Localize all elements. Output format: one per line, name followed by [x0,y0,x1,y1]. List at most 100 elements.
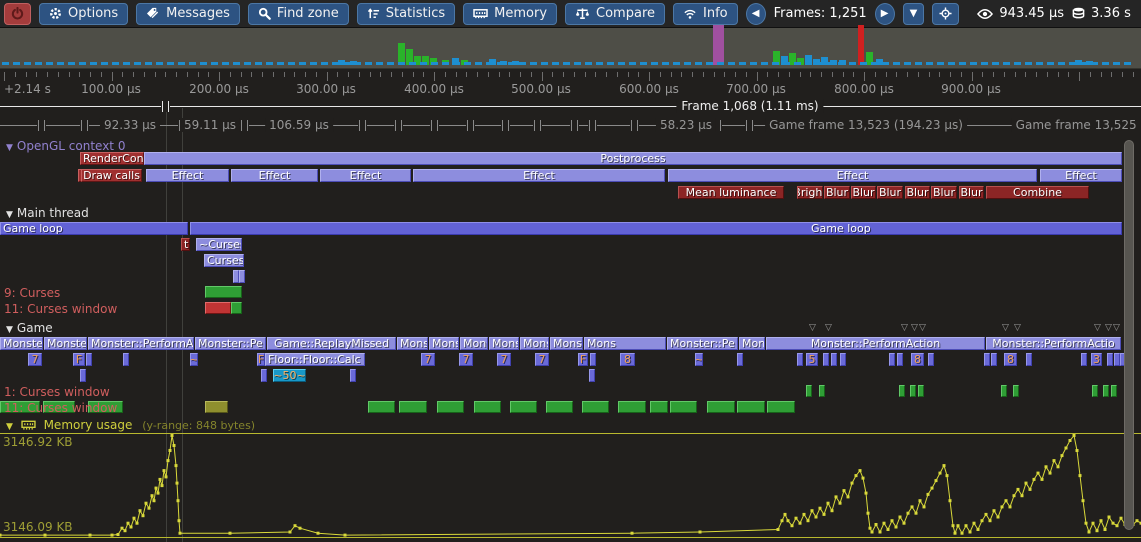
cpu-zone[interactable]: Monster::Pe [195,337,266,350]
histogram-frame-dash[interactable] [618,62,625,65]
histogram-frame-dash[interactable] [1113,62,1120,65]
histogram-frame-dash[interactable] [310,62,317,65]
cpu-zone[interactable]: F [578,353,588,366]
cpu-zone[interactable] [840,353,846,366]
message-marker-icon[interactable]: ▽ [901,324,908,333]
histogram-frame-dash[interactable] [596,62,603,65]
histogram-frame-dash[interactable] [497,62,504,65]
histogram-frame-dash[interactable] [79,62,86,65]
time-axis[interactable]: +2.14 s100.00 µs200.00 µs300.00 µs400.00… [0,70,1141,98]
histogram-frame-dash[interactable] [651,62,658,65]
gpu-zone[interactable]: Blur [905,186,930,199]
histogram-frame-dash[interactable] [981,62,988,65]
histogram-frame-dash[interactable] [695,62,702,65]
cpu-zone[interactable] [1026,353,1032,366]
histogram-frame-dash[interactable] [13,62,20,65]
message-marker-icon[interactable]: ▽ [1094,324,1101,333]
cpu-zone[interactable]: 3 [1091,353,1102,366]
histogram-frame-dash[interactable] [937,62,944,65]
cpu-zone[interactable] [590,353,596,366]
lock-bar[interactable] [546,401,573,413]
gpu-zone[interactable]: Postprocess [144,152,1122,165]
histogram-bar[interactable] [858,25,864,65]
histogram-frame-dash[interactable] [849,62,856,65]
histogram-frame-dash[interactable] [486,62,493,65]
histogram-frame-dash[interactable] [871,62,878,65]
crosshair-button[interactable] [932,3,959,25]
lock-bar[interactable] [368,401,395,413]
histogram-frame-dash[interactable] [783,62,790,65]
cpu-zone[interactable]: Mons [584,337,666,350]
histogram-frame-dash[interactable] [640,62,647,65]
lock-bar[interactable] [767,401,795,413]
cpu-zone[interactable] [984,353,990,366]
game-frame-ruler[interactable]: 92.33 µs59.11 µs106.59 µs58.23 µsGame fr… [0,117,1141,134]
histogram-frame-dash[interactable] [365,62,372,65]
cpu-zone[interactable] [1107,353,1113,366]
histogram-frame-dash[interactable] [629,62,636,65]
cpu-zone[interactable]: Game::ReplayMissed [267,337,396,350]
cpu-zone[interactable]: 8 [620,353,635,366]
histogram-frame-dash[interactable] [1069,62,1076,65]
histogram-frame-dash[interactable] [706,62,713,65]
histogram-frame-dash[interactable] [101,62,108,65]
histogram-frame-dash[interactable] [992,62,999,65]
cpu-zone[interactable]: 7 [535,353,549,366]
frames-histogram[interactable] [0,28,1141,69]
histogram-frame-dash[interactable] [739,62,746,65]
histogram-frame-dash[interactable] [1047,62,1054,65]
lock-bar[interactable] [1013,385,1019,397]
histogram-frame-dash[interactable] [970,62,977,65]
frame-separator-label[interactable]: Frame 1,068 (1.11 ms) [676,99,823,113]
lock-bar[interactable] [899,385,905,397]
histogram-frame-dash[interactable] [530,62,537,65]
histogram-frame-dash[interactable] [662,62,669,65]
gpu-zone[interactable]: Draw calls [81,169,142,182]
histogram-frame-dash[interactable] [717,62,724,65]
lock-bar[interactable] [918,385,924,397]
histogram-frame-dash[interactable] [926,62,933,65]
cpu-zone[interactable]: 7 [497,353,511,366]
message-marker-icon[interactable]: ▽ [1113,324,1120,333]
histogram-frame-dash[interactable] [728,62,735,65]
histogram-frame-dash[interactable] [1014,62,1021,65]
histogram-frame-dash[interactable] [442,62,449,65]
histogram-frame-dash[interactable] [266,62,273,65]
histogram-frame-dash[interactable] [585,62,592,65]
histogram-frame-dash[interactable] [1058,62,1065,65]
cpu-zone[interactable]: t [181,238,190,251]
histogram-frame-dash[interactable] [1091,62,1098,65]
gpu-zone[interactable]: RenderContext [80,152,144,165]
histogram-frame-dash[interactable] [882,62,889,65]
histogram-frame-dash[interactable] [607,62,614,65]
opengl-section-header[interactable]: ▼OpenGL context 0 [6,139,125,153]
cpu-zone[interactable]: 5 [806,353,818,366]
histogram-frame-dash[interactable] [563,62,570,65]
cpu-zone[interactable] [991,353,997,366]
lock-label[interactable]: 1: Curses window [4,385,110,399]
vertical-scrollbar-thumb[interactable] [1124,140,1134,530]
cpu-zone[interactable]: Game loop [190,222,1122,235]
cpu-zone[interactable]: Game loop [0,222,188,235]
lock-label[interactable]: 11: Curses window [4,302,117,316]
message-marker-icon[interactable]: ▽ [919,324,926,333]
histogram-frame-dash[interactable] [464,62,471,65]
histogram-frame-dash[interactable] [761,62,768,65]
cpu-zone[interactable]: Monste [550,337,583,350]
histogram-frame-dash[interactable] [189,62,196,65]
lock-bar[interactable] [231,302,242,314]
lock-bar[interactable] [819,385,825,397]
ruler-label[interactable]: 59.11 µs [180,118,240,132]
find-zone-button[interactable]: Find zone [248,3,349,25]
gpu-zone[interactable]: Effect [668,169,1037,182]
next-frame-button[interactable]: ▶ [875,3,895,25]
histogram-frame-dash[interactable] [288,62,295,65]
lock-bar[interactable] [399,401,427,413]
memory-button[interactable]: Memory [463,3,557,25]
cpu-zone[interactable]: Monster [44,337,87,350]
cpu-zone[interactable]: ~50~ [273,369,306,382]
lock-bar[interactable] [707,401,735,413]
cpu-zone[interactable] [1081,353,1087,366]
histogram-frame-dash[interactable] [431,62,438,65]
ruler-label[interactable]: 106.59 µs [265,118,333,132]
